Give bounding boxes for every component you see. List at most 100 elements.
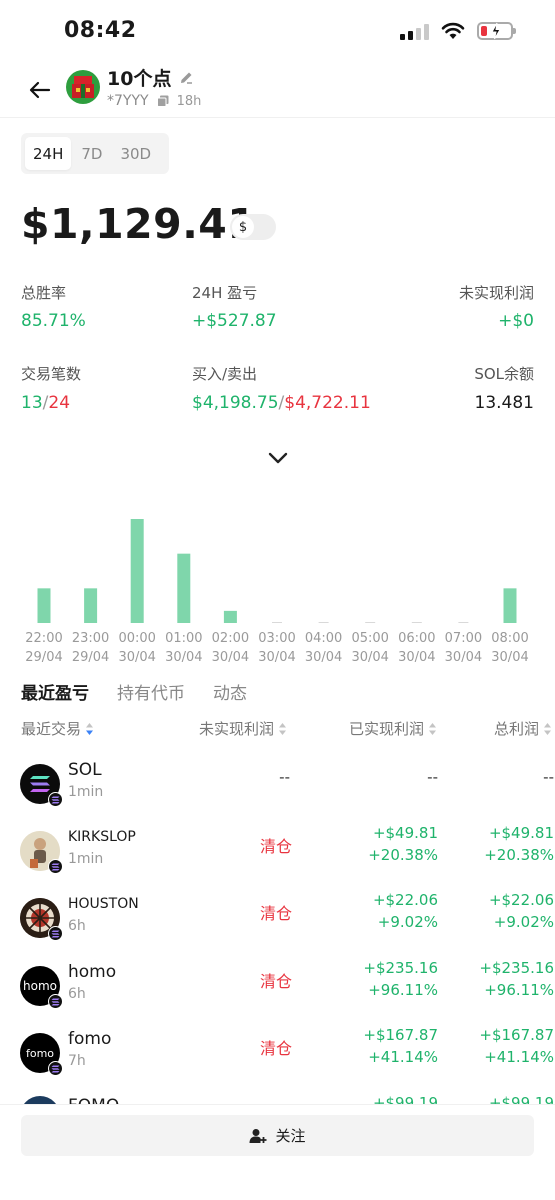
coin-avatar: fomo [20, 1033, 63, 1076]
realized-percent: +41.14% [368, 1048, 438, 1066]
coin-name: homo [68, 962, 117, 982]
total-percent: +41.14% [484, 1048, 554, 1066]
realized-cell: -- [427, 768, 438, 786]
header-unrealized-label: 未实现利润 [198, 720, 274, 738]
coin-avatar: homo [20, 966, 63, 1009]
chart-bar-empty [458, 622, 469, 623]
status-icons [400, 22, 516, 40]
table-row[interactable]: HOUSTON 6h 清仓 +$22.06 +9.02% +$22.06 +9.… [0, 891, 555, 960]
coin-name: KIRKSLOP [68, 829, 136, 845]
wallet-name: 10个点 [107, 68, 172, 90]
status-badge: 清仓 [260, 904, 293, 923]
buy-sell-value: $4,198.75/$4,722.11 [192, 393, 371, 413]
currency-symbol: $ [232, 216, 254, 238]
table-row[interactable]: fomo fomo 7h 清仓 +$167.87 +41.14% +$167.8… [0, 1026, 555, 1095]
wallet-address: *7YYY [107, 93, 149, 109]
wallet-age: 18h [176, 93, 202, 109]
trades-label: 交易笔数 [21, 365, 82, 383]
chart-bar [177, 553, 191, 623]
coin-name: FOMO [68, 1096, 119, 1104]
tab-30d[interactable]: 30D [112, 137, 159, 170]
total-percent: +20.38% [484, 846, 554, 864]
copy-icon[interactable] [156, 95, 169, 107]
tab-holdings[interactable]: 持有代币 [117, 679, 185, 704]
chart-bar [84, 588, 98, 623]
x-tick-time: 23:00 [72, 631, 109, 646]
trades-wins: 13 [21, 393, 43, 413]
edit-pencil-icon[interactable] [179, 70, 194, 85]
section-tabs: 最近盈亏 持有代币 动态 [21, 679, 247, 704]
coin-name: HOUSTON [68, 896, 139, 912]
chevron-down-icon[interactable] [266, 448, 290, 468]
table-row[interactable]: KIRKSLOP 1min 清仓 +$49.81 +20.38% +$49.81… [0, 824, 555, 893]
win-rate-value: 85.71% [21, 311, 86, 331]
table-row[interactable]: FOMO +$99.19 +$99.19 [0, 1094, 555, 1104]
tab-recent-pnl[interactable]: 最近盈亏 [21, 679, 89, 704]
unrealized-value: +$0 [498, 311, 534, 331]
x-tick-date: 29/04 [25, 650, 62, 665]
total-amount: +$167.87 [479, 1026, 554, 1044]
pnl-24h-label: 24H 盈亏 [192, 284, 258, 302]
profile-header: 10个点 *7YYY 18h [0, 62, 555, 118]
solana-logo-icon [30, 776, 50, 792]
header-realized-label: 已实现利润 [348, 720, 424, 738]
total-amount: +$22.06 [488, 891, 554, 909]
address-row: *7YYY 18h [107, 93, 201, 109]
back-button[interactable] [24, 74, 56, 106]
total-cell: -- [543, 768, 554, 786]
header-recent-trades[interactable]: 最近交易 [21, 718, 94, 739]
status-badge: 清仓 [260, 1039, 293, 1058]
coin-avatar [20, 831, 63, 874]
x-tick-date: 30/04 [445, 650, 482, 665]
tab-24h[interactable]: 24H [25, 137, 72, 170]
x-tick-date: 30/04 [491, 650, 528, 665]
follow-label: 关注 [275, 1127, 306, 1145]
tab-activity[interactable]: 动态 [213, 679, 247, 704]
x-tick-time: 03:00 [258, 631, 295, 646]
total-amount: +$49.81 [488, 824, 554, 842]
table-row[interactable]: homo homo 6h 清仓 +$235.16 +96.11% +$235.1… [0, 959, 555, 1028]
coin-avatar-text: fomo [25, 1046, 55, 1060]
x-tick-date: 30/04 [258, 650, 295, 665]
header-total[interactable]: 总利润 [494, 718, 552, 739]
total-amount: +$235.16 [479, 959, 554, 977]
header-unrealized[interactable]: 未实现利润 [199, 718, 287, 739]
coin-age: 1min [68, 784, 104, 800]
chart-bar [223, 610, 237, 623]
sol-balance-label: SOL余额 [474, 365, 534, 383]
follow-button[interactable]: 关注 [21, 1115, 534, 1156]
coin-avatar [20, 898, 63, 941]
realized-amount: +$99.19 [372, 1094, 438, 1104]
chart-bar-empty [365, 622, 376, 623]
realized-amount: +$235.16 [363, 959, 438, 977]
x-tick-date: 30/04 [398, 650, 435, 665]
pnl-24h-value: +$527.87 [192, 311, 277, 331]
total-percent: +96.11% [484, 981, 554, 999]
currency-toggle[interactable]: $ [230, 214, 276, 240]
x-tick-date: 29/04 [72, 650, 109, 665]
table-row[interactable]: SOL 1min -- -- -- [0, 758, 555, 826]
x-tick-time: 07:00 [445, 631, 482, 646]
realized-amount: +$22.06 [372, 891, 438, 909]
name-row: 10个点 [107, 64, 194, 91]
chart-bar-empty [272, 622, 282, 623]
coin-name: SOL [68, 760, 102, 780]
buy-amount: $4,198.75 [192, 393, 279, 413]
time-range-tabs: 24H 7D 30D [21, 133, 169, 174]
coin-name: fomo [68, 1029, 112, 1049]
tab-7d[interactable]: 7D [73, 137, 110, 170]
header-realized[interactable]: 已实现利润 [349, 718, 437, 739]
back-arrow-icon [29, 81, 51, 99]
chart-bar [503, 588, 517, 623]
header-recent-label: 最近交易 [21, 720, 82, 738]
wifi-icon [441, 22, 465, 39]
sort-icon [544, 722, 551, 735]
x-tick-time: 00:00 [118, 631, 155, 646]
x-tick-time: 01:00 [165, 631, 202, 646]
solana-chain-badge-icon [48, 859, 63, 874]
avatar [66, 70, 100, 104]
solana-chain-badge-icon [48, 926, 63, 941]
sort-icon [429, 722, 436, 735]
chart-bar-empty [318, 622, 329, 623]
status-badge: 清仓 [260, 972, 293, 991]
